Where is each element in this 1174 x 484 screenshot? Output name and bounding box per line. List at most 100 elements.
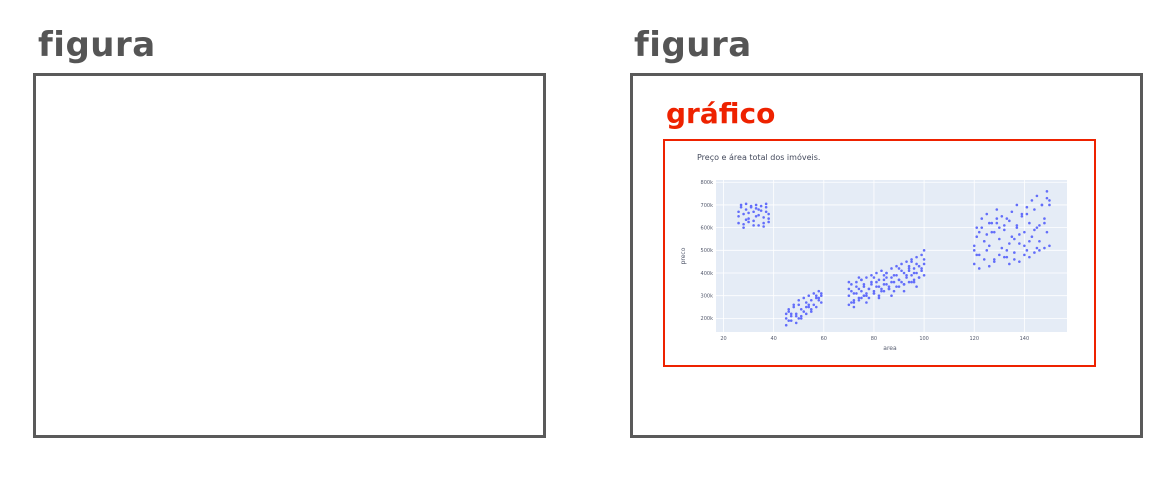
scatter-point — [1028, 239, 1031, 243]
scatter-point — [767, 217, 770, 220]
scatter-point — [757, 213, 760, 217]
scatter-point — [982, 239, 986, 243]
scatter-point — [1040, 203, 1044, 207]
scatter-point — [860, 289, 863, 293]
scatter-point — [1013, 237, 1016, 241]
scatter-point — [900, 262, 903, 266]
scatter-point — [895, 273, 898, 277]
scatter-point — [902, 271, 906, 275]
scatter-point — [1005, 255, 1009, 259]
scatter-point — [757, 224, 760, 227]
scatter-point — [885, 271, 888, 275]
scatter-point — [1025, 249, 1029, 252]
scatter-point — [870, 280, 873, 284]
scatter-point — [975, 226, 979, 229]
y-tick-label: 300k — [701, 294, 714, 300]
scatter-point — [820, 292, 823, 295]
y-tick-label: 500k — [701, 248, 714, 254]
scatter-point — [1043, 221, 1046, 225]
scatter-point — [1003, 255, 1006, 259]
scatter-point — [972, 244, 976, 248]
scatter-point — [1003, 224, 1006, 227]
scatter-point — [855, 292, 858, 295]
scatter-point — [922, 262, 926, 266]
scatter-point — [784, 323, 788, 327]
scatter-point — [882, 283, 886, 286]
scatter-point — [1038, 224, 1041, 227]
scatter-point — [807, 305, 811, 309]
y-tick-label: 600k — [701, 225, 714, 231]
scatter-point — [754, 215, 758, 218]
scatter-point — [754, 207, 758, 210]
x-tick-label: 40 — [770, 336, 776, 342]
scatter-point — [920, 267, 923, 270]
x-tick-label: 120 — [969, 336, 979, 342]
scatter-point — [787, 319, 791, 322]
scatter-point — [897, 278, 901, 282]
scatter-point — [1005, 217, 1009, 220]
scatter-point — [1033, 251, 1036, 254]
scatter-point — [752, 224, 755, 227]
scatter-point — [852, 298, 856, 302]
chart-title: Preço e área total dos imóveis. — [697, 152, 820, 162]
scatter-point — [812, 303, 816, 307]
scatter-point — [910, 280, 913, 284]
scatter-point — [872, 292, 876, 295]
scatter-point — [890, 280, 893, 284]
scatter-point — [1035, 246, 1039, 250]
scatter-point — [1023, 244, 1026, 248]
scatter-point — [990, 230, 994, 234]
scatter-point — [1020, 215, 1024, 218]
scatter-point — [915, 255, 918, 259]
scatter-point — [865, 301, 868, 304]
scatter-point — [867, 296, 871, 300]
y-tick-label: 400k — [701, 271, 714, 277]
scatter-point — [742, 226, 745, 229]
scatter-point — [1000, 215, 1004, 218]
scatter-point — [814, 296, 818, 300]
scatter-point — [917, 276, 921, 279]
scatter-point — [1005, 249, 1009, 252]
scatter-point — [752, 210, 755, 214]
scatter-point — [759, 209, 763, 212]
scatter-point — [799, 317, 803, 320]
chart-frame: Preço e área total dos imóveis. 20 40 60 80… — [663, 139, 1096, 367]
scatter-point — [972, 249, 976, 252]
scatter-point — [787, 308, 791, 311]
scatter-point — [1023, 253, 1026, 257]
scatter-point — [847, 287, 851, 291]
scatter-point — [915, 262, 918, 266]
scatter-point — [992, 260, 996, 263]
empty-figure-frame — [33, 73, 546, 438]
scatter-point — [742, 222, 745, 226]
scatter-point — [860, 278, 863, 282]
scatter-point — [912, 271, 916, 275]
scatter-point — [764, 202, 768, 206]
scatter-point — [890, 294, 893, 297]
scatter-point — [759, 204, 763, 208]
scatter-point — [892, 289, 896, 293]
scatter-point — [804, 301, 808, 304]
scatter-point — [847, 294, 851, 297]
scatter-point — [987, 244, 991, 248]
scatter-point — [877, 278, 881, 282]
scatter-point — [998, 226, 1001, 229]
scatter-point — [814, 305, 818, 309]
scatter-point — [920, 253, 923, 257]
scatter-point — [855, 285, 858, 288]
scatter-point — [922, 273, 926, 277]
scatter-point — [995, 217, 999, 220]
scatter-point — [882, 273, 886, 277]
scatter-point — [870, 283, 873, 286]
scatter-point — [1018, 260, 1021, 263]
scatter-point — [910, 258, 913, 261]
scatter-point — [862, 283, 866, 286]
scatter-point — [907, 267, 911, 270]
scatter-point — [747, 217, 750, 220]
scatter-point — [922, 258, 926, 261]
scatter-point — [802, 310, 806, 313]
scatter-point — [920, 269, 923, 273]
scatter-point — [799, 308, 803, 311]
scatter-point — [977, 230, 981, 234]
figure-label-left: figura — [38, 25, 156, 65]
